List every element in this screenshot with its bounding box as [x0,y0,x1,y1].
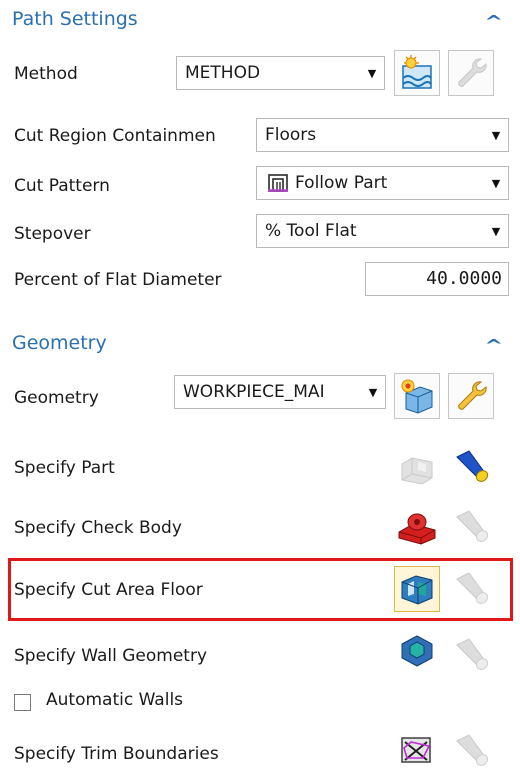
cut-pattern-value: Follow Part [295,173,388,193]
specify-check-body-label: Specify Check Body [14,518,182,538]
flashlight-icon [456,734,489,766]
edit-geometry-button[interactable] [448,373,494,419]
dropdown-arrow-icon: ▼ [491,224,501,238]
display-part-button[interactable] [448,444,494,490]
flashlight-icon [456,638,489,670]
automatic-walls-checkbox[interactable] [14,694,31,711]
geometry-label: Geometry [14,388,99,408]
select-wall-geometry-button[interactable] [394,626,440,672]
automatic-walls-label: Automatic Walls [46,690,184,710]
flashlight-icon [456,510,489,542]
geometry-section-title[interactable]: Geometry [12,332,107,354]
part-block-icon [401,457,433,485]
cut-region-select[interactable]: Floors ▼ [256,118,509,152]
flashlight-icon [456,572,489,604]
display-wall-geometry-button[interactable] [448,632,494,678]
specify-wall-geometry-label: Specify Wall Geometry [14,646,208,666]
stepover-value: % Tool Flat [265,221,357,241]
wall-geometry-icon [401,635,433,667]
flashlight-icon [456,450,489,482]
display-trim-boundaries-button[interactable] [448,728,494,774]
wrench-icon [458,58,487,87]
dropdown-arrow-icon: ▼ [367,66,377,80]
follow-part-pattern-icon [268,174,288,192]
geometry-select[interactable]: WORKPIECE_MAI ▼ [174,375,386,409]
geometry-value: WORKPIECE_MAI [183,382,325,402]
method-label: Method [14,64,78,84]
method-value: METHOD [185,63,261,83]
edit-method-button[interactable] [448,50,494,96]
specify-cut-area-floor-label: Specify Cut Area Floor [14,580,203,600]
stepover-label: Stepover [14,224,91,244]
path-settings-collapse-icon[interactable]: ^ [484,12,503,31]
select-part-button[interactable] [394,444,440,490]
percent-flat-input[interactable]: 40.0000 [365,262,509,296]
geometry-collapse-icon[interactable]: ^ [484,336,503,355]
trim-boundaries-icon [401,737,431,763]
cut-pattern-label: Cut Pattern [14,176,110,196]
select-check-body-button[interactable] [394,504,440,550]
select-trim-boundaries-button[interactable] [394,728,440,774]
dropdown-arrow-icon: ▼ [491,176,501,190]
method-select[interactable]: METHOD ▼ [176,56,385,90]
create-geometry-icon [401,379,433,414]
display-cut-area-floor-button[interactable] [448,566,494,612]
cut-pattern-select[interactable]: Follow Part ▼ [256,166,509,200]
path-settings-title[interactable]: Path Settings [12,8,138,30]
check-body-icon [398,513,436,545]
select-cut-area-floor-button[interactable] [394,566,440,612]
cut-area-floor-icon [401,575,433,605]
create-geometry-button[interactable] [394,373,440,419]
stepover-select[interactable]: % Tool Flat ▼ [256,214,509,248]
create-method-button[interactable] [394,50,440,96]
display-check-body-button[interactable] [448,504,494,550]
dropdown-arrow-icon: ▼ [368,385,378,399]
specify-trim-boundaries-label: Specify Trim Boundaries [14,744,219,764]
create-method-icon [402,55,432,89]
wrench-icon [458,381,487,410]
cut-region-value: Floors [265,125,317,145]
cut-region-label: Cut Region Containmen [14,126,216,146]
dropdown-arrow-icon: ▼ [491,128,501,142]
percent-flat-label: Percent of Flat Diameter [14,270,222,290]
specify-part-label: Specify Part [14,458,115,478]
